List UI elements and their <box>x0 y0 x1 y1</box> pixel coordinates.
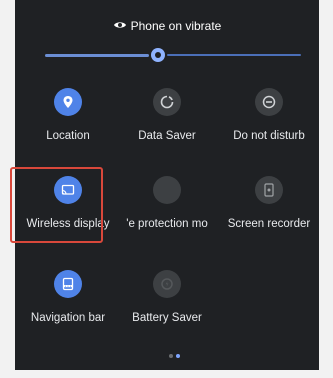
brightness-track-empty <box>167 54 301 56</box>
vibrate-icon <box>113 19 127 33</box>
tile-label: Data Saver <box>138 130 196 142</box>
tile-label: Battery Saver <box>132 312 202 324</box>
tile-label: Screen recorder <box>227 218 311 230</box>
do-not-disturb-icon <box>255 88 283 116</box>
page-dot-active[interactable] <box>176 354 180 358</box>
page-dot[interactable] <box>169 354 173 358</box>
data-saver-icon <box>153 88 181 116</box>
tile-screen-recorder[interactable]: Screen recorder <box>219 176 319 246</box>
brightness-thumb[interactable] <box>151 48 165 62</box>
tile-label: Do not disturb <box>233 130 305 142</box>
battery-saver-icon <box>153 270 181 298</box>
highlight-box <box>10 167 103 243</box>
tile-do-not-disturb[interactable]: Do not disturb <box>219 88 319 158</box>
tile-label: Navigation bar <box>30 312 106 324</box>
navigation-bar-icon <box>54 270 82 298</box>
location-icon <box>54 88 82 116</box>
tile-label: 'e protection mo <box>126 218 208 230</box>
screen-recorder-icon <box>255 176 283 204</box>
ringer-status-text: Phone on vibrate <box>130 18 222 33</box>
brightness-slider[interactable] <box>45 48 301 62</box>
tile-location[interactable]: Location <box>18 88 118 158</box>
tile-navigation-bar[interactable]: Navigation bar <box>18 270 118 340</box>
tile-eye-protection[interactable]: 'e protection mo <box>117 176 217 246</box>
eye-protection-icon <box>153 176 181 204</box>
tile-battery-saver[interactable]: Battery Saver <box>117 270 217 340</box>
tile-data-saver[interactable]: Data Saver <box>117 88 217 158</box>
tile-label: Location <box>46 130 90 142</box>
brightness-track-filled <box>45 54 149 57</box>
ringer-status[interactable]: Phone on vibrate <box>15 18 319 33</box>
